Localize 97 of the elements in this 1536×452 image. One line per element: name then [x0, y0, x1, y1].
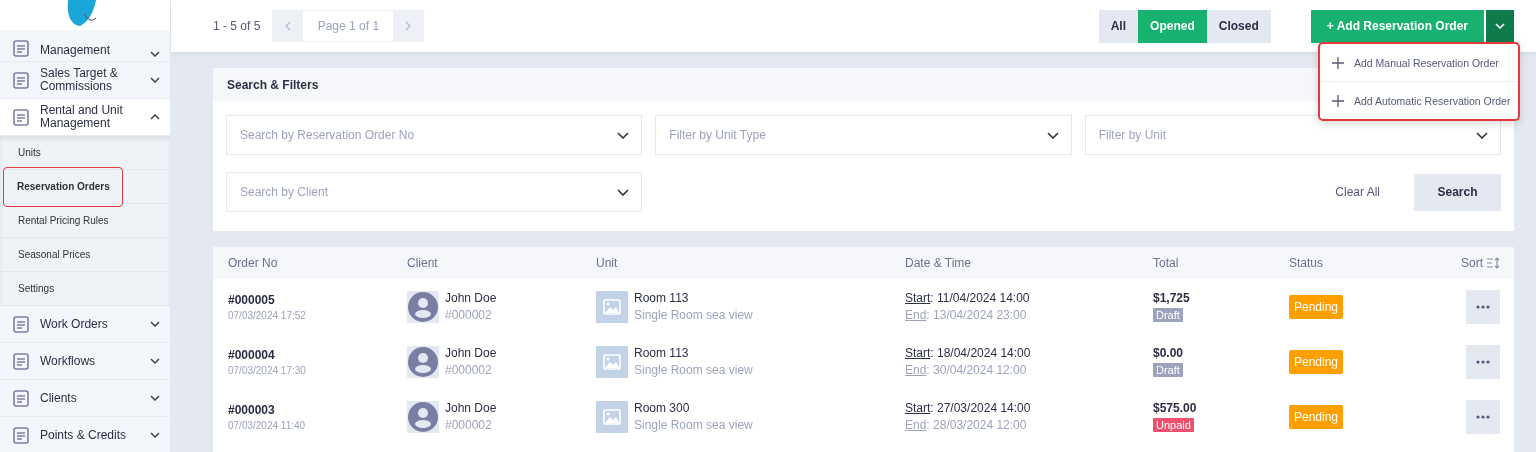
- clear-all-link[interactable]: Clear All: [1329, 184, 1386, 200]
- client-number: #000002: [445, 418, 492, 432]
- submenu-item[interactable]: Units: [3, 139, 56, 166]
- record-count: 1 - 5 of 5: [213, 19, 261, 33]
- order-number[interactable]: #000003: [228, 402, 275, 417]
- menu-item[interactable]: Add Automatic Reservation Order: [1320, 81, 1518, 119]
- submenu-item[interactable]: Reservation Orders: [3, 166, 123, 207]
- sidebar-item[interactable]: Management: [0, 30, 170, 62]
- payment-status-badge: Draft: [1153, 363, 1183, 377]
- chevron-icon: [150, 395, 160, 401]
- status-badge: Pending: [1289, 349, 1344, 374]
- caret-icon: [617, 188, 630, 196]
- dropdown-toggle-button[interactable]: [1486, 9, 1514, 43]
- image-placeholder-icon: [596, 345, 628, 378]
- column-header: Date & Time: [905, 256, 973, 270]
- chevron-icon: [150, 432, 160, 438]
- end-date: End: 13/04/2024 23:00: [905, 308, 1027, 322]
- end-date: End: 28/03/2024 12:00: [905, 418, 1027, 432]
- start-date: Start: 11/04/2024 14:00: [905, 291, 1030, 305]
- caret-icon: [1476, 131, 1488, 139]
- menu-icon: [12, 108, 30, 126]
- sidebar-item[interactable]: Rental and Unit Management: [0, 99, 170, 136]
- total-amount: $0.00: [1153, 346, 1184, 360]
- chevron-icon: [150, 114, 160, 120]
- submenu-item[interactable]: Settings: [3, 275, 70, 302]
- chevron-left-icon: [285, 20, 292, 31]
- client-name[interactable]: John Doe: [445, 401, 497, 415]
- more-actions-button[interactable]: [1466, 289, 1500, 324]
- unit-type: Single Room sea view: [634, 308, 753, 322]
- sidebar-item[interactable]: Clients: [0, 380, 170, 417]
- avatar-icon: [407, 345, 439, 378]
- total-amount: $1,725: [1153, 291, 1190, 305]
- sidebar-item[interactable]: Points & Credits: [0, 417, 170, 452]
- more-actions-button[interactable]: [1466, 344, 1500, 379]
- avatar-icon: [407, 290, 439, 323]
- menu-icon: [12, 426, 30, 444]
- chevron-icon: [150, 77, 160, 83]
- unit-type: Single Room sea view: [634, 363, 753, 377]
- plus-icon: [1332, 94, 1344, 107]
- chevron-icon: [150, 358, 160, 364]
- image-placeholder-icon: [596, 400, 628, 433]
- payment-status-badge: Unpaid: [1153, 418, 1194, 432]
- status-badge: Pending: [1289, 404, 1344, 429]
- client-number: #000002: [445, 363, 492, 377]
- menu-icon: [12, 71, 30, 89]
- column-header: Unit: [596, 256, 619, 270]
- end-date: End: 30/04/2024 12:00: [905, 363, 1027, 377]
- chevron-right-icon: [405, 20, 412, 31]
- panel-title: Search & Filters: [227, 77, 319, 92]
- menu-icon: [12, 39, 30, 57]
- order-number[interactable]: #000004: [228, 347, 275, 362]
- image-placeholder-icon: [596, 290, 628, 323]
- order-date: 07/03/2024 17:30: [228, 364, 306, 376]
- payment-status-badge: Draft: [1153, 308, 1183, 322]
- client-name[interactable]: John Doe: [445, 346, 497, 360]
- caret-icon: [1046, 131, 1059, 139]
- column-header: Status: [1289, 256, 1325, 270]
- column-header: Order No: [228, 256, 279, 270]
- start-date: Start: 18/04/2024 14:00: [905, 346, 1031, 360]
- filter-tab[interactable]: Closed: [1206, 9, 1271, 43]
- client-name[interactable]: John Doe: [445, 291, 497, 305]
- sidebar-item[interactable]: Workflows: [0, 343, 170, 380]
- column-header: Total: [1153, 256, 1180, 270]
- search-button[interactable]: Search: [1414, 173, 1501, 211]
- more-icon: [1476, 304, 1490, 309]
- submenu-item[interactable]: Rental Pricing Rules: [3, 207, 124, 234]
- chevron-icon: [150, 51, 160, 57]
- order-date: 07/03/2024 11:40: [228, 419, 306, 431]
- more-icon: [1476, 359, 1490, 364]
- submenu-item[interactable]: Seasonal Prices: [3, 241, 106, 268]
- start-date: Start: 27/03/2024 14:00: [905, 401, 1031, 415]
- client-number: #000002: [445, 308, 492, 322]
- column-header: Client: [407, 256, 439, 270]
- caret-icon: [1495, 23, 1505, 29]
- unit-name[interactable]: Room 113: [634, 346, 689, 360]
- menu-item[interactable]: Add Manual Reservation Order: [1320, 44, 1518, 81]
- sort-icon[interactable]: [1486, 257, 1500, 269]
- status-badge: Pending: [1289, 294, 1344, 319]
- total-amount: $575.00: [1153, 401, 1197, 415]
- menu-icon: [12, 315, 30, 333]
- more-icon: [1476, 414, 1490, 419]
- unit-type: Single Room sea view: [634, 418, 753, 432]
- more-actions-button[interactable]: [1466, 399, 1500, 434]
- page-indicator: Page 1 of 1: [303, 11, 394, 41]
- filter-tab[interactable]: All: [1098, 9, 1139, 43]
- unit-name[interactable]: Room 300: [634, 401, 690, 415]
- menu-icon: [12, 352, 30, 370]
- menu-icon: [12, 389, 30, 407]
- column-header: Sort: [1440, 256, 1500, 270]
- caret-icon: [617, 131, 630, 139]
- unit-name[interactable]: Room 113: [634, 291, 689, 305]
- order-date: 07/03/2024 17:52: [228, 309, 306, 321]
- avatar-icon: [407, 400, 439, 433]
- order-number[interactable]: #000005: [228, 292, 275, 307]
- sidebar-item[interactable]: Work Orders: [0, 306, 170, 343]
- plus-icon: [1332, 56, 1344, 69]
- chevron-icon: [150, 321, 160, 327]
